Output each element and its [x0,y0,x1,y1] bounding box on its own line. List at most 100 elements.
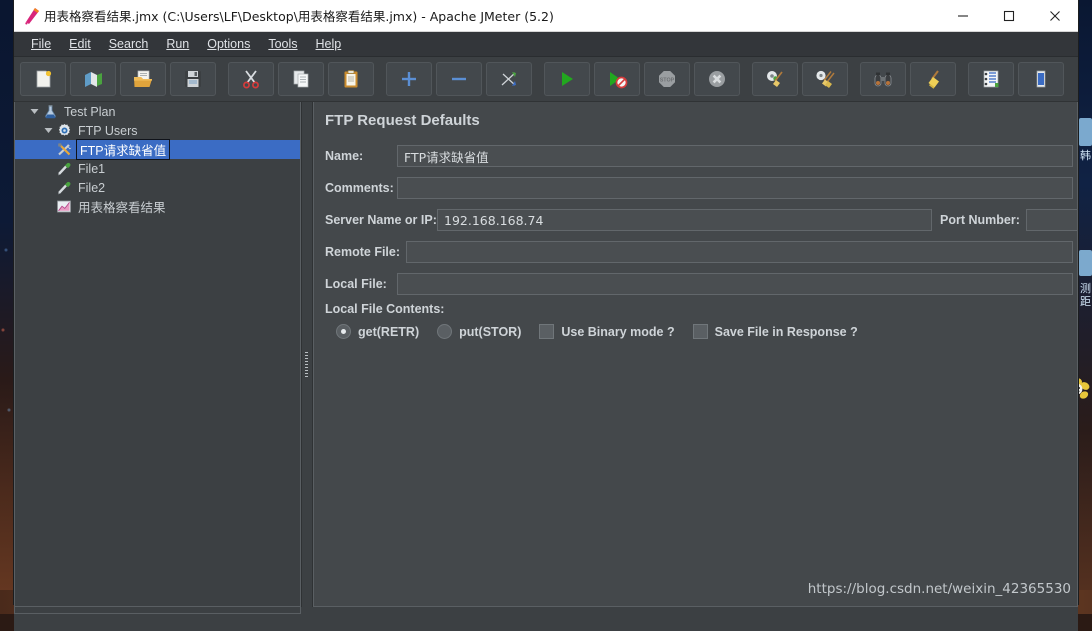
get-retr-label: get(RETR) [358,324,420,339]
menu-file-label: File [31,37,52,51]
toolbar-reset-search-button[interactable] [910,62,956,96]
close-button[interactable] [1032,0,1078,31]
comments-row: Comments: [325,177,1077,199]
remote-file-row: Remote File: [325,241,1077,263]
tree-node-label: FTP请求缺省值 [76,139,171,160]
port-label: Port Number: [940,213,1020,227]
tree-node-test-plan[interactable]: Test Plan [15,102,300,121]
toolbar-search-button[interactable] [860,62,906,96]
tree-node-file1[interactable]: File1 [15,159,300,178]
radio-dot-icon [341,329,346,334]
menu-help[interactable]: Help [307,34,351,54]
menu-help-label: Help [315,37,342,51]
menu-tools[interactable]: Tools [259,34,306,54]
name-row: Name: FTP请求缺省值 [325,145,1077,167]
stop-sign-icon: STOP [659,71,675,87]
local-file-contents-label: Local File Contents: [325,302,445,316]
maximize-button[interactable] [986,0,1032,31]
maximize-icon [1003,10,1015,21]
tree-node-ftp-request-defaults[interactable]: FTP请求缺省值 [15,139,300,160]
start-no-pauses-icon [610,72,628,89]
window-titlebar[interactable]: 用表格察看结果.jmx (C:\Users\LF\Desktop\用表格察看结果… [14,0,1078,32]
open-folder-icon [134,70,152,87]
tree-node-label: File2 [78,180,106,195]
minimize-button[interactable] [940,0,986,31]
tree-node-label: FTP Users [78,123,138,138]
toolbar-shutdown-button[interactable] [694,62,740,96]
toolbar-start-button[interactable] [544,62,590,96]
tree-node-ftp-users[interactable]: FTP Users [15,121,300,140]
clear-gear-broom-icon [767,71,783,87]
server-row: Server Name or IP: 192.168.168.74 Port N… [325,209,1077,231]
toolbar-toggle-button[interactable] [486,62,532,96]
jmeter-main-window: 用表格察看结果.jmx (C:\Users\LF\Desktop\用表格察看结果… [14,0,1078,631]
remote-file-input[interactable] [406,241,1073,263]
copy-pages-icon [293,70,309,88]
pipette-icon [55,179,73,197]
pipette-icon [55,160,73,178]
clear-all-broom-icon [816,70,835,88]
get-retr-radio[interactable] [336,324,351,339]
toggle-arrows-icon [501,72,516,86]
heap-memory-icon [1036,70,1046,88]
minimize-icon [958,14,968,17]
chevron-down-icon[interactable] [27,102,41,121]
toolbar-start-no-pauses-button[interactable] [594,62,640,96]
toolbar-save-button[interactable] [170,62,216,96]
toolbar-cut-button[interactable] [228,62,274,96]
save-file-in-response-label: Save File in Response ? [714,324,858,339]
desktop-wallpaper-right-strip: 韩 测 距 [1076,0,1092,614]
gear-icon [55,122,73,140]
toolbar-expand-button[interactable] [386,62,432,96]
wallpaper-glyph: 韩 [1080,149,1091,162]
toolbar-paste-button[interactable] [328,62,374,96]
menu-options[interactable]: Options [198,34,259,54]
use-binary-mode-checkbox[interactable] [539,324,555,339]
tree-node-file2[interactable]: File2 [15,178,300,197]
toolbar-new-button[interactable] [20,62,66,96]
ftp-options-row: get(RETR) put(STOR) Use Binary mode ? Sa… [336,324,876,339]
toolbar-stop-button[interactable]: STOP [644,62,690,96]
jmeter-logo-icon [25,7,39,24]
chart-view-icon [55,198,73,216]
name-input[interactable]: FTP请求缺省值 [397,145,1073,167]
local-file-label: Local File: [325,277,387,291]
toolbar-open-button[interactable] [120,62,166,96]
local-file-contents-input[interactable] [444,298,450,320]
paste-clipboard-icon [344,70,358,88]
panel-splitter[interactable] [301,102,313,607]
tree-node-label: 用表格察看结果 [78,201,166,215]
wallpaper-shape [1079,250,1092,276]
put-stor-radio[interactable] [437,324,453,339]
flask-icon [41,103,59,121]
server-input[interactable]: 192.168.168.74 [437,209,932,231]
toolbar-clear-all-button[interactable] [802,62,848,96]
local-file-input[interactable] [397,273,1073,295]
save-file-in-response-checkbox[interactable] [692,324,708,339]
toolbar-copy-button[interactable] [278,62,324,96]
menu-run[interactable]: Run [157,34,198,54]
menu-search[interactable]: Search [100,34,158,54]
comments-input[interactable] [397,177,1073,199]
port-input[interactable] [1025,209,1077,231]
put-stor-label: put(STOR) [459,324,522,339]
splitter-grip[interactable] [305,352,308,378]
wallpaper-glyph: 距 [1080,295,1091,308]
page-title: FTP Request Defaults [325,112,480,129]
shutdown-icon [709,71,725,87]
comments-label: Comments: [325,181,394,195]
toolbar-collapse-button[interactable] [436,62,482,96]
menu-file[interactable]: File [22,34,60,54]
start-play-icon [562,72,573,86]
chevron-down-icon[interactable] [41,121,55,140]
tree-node-view-results-in-table[interactable]: 用表格察看结果 [15,197,300,216]
toolbar-heap-memory-button[interactable] [1018,62,1064,96]
toolbar-templates-button[interactable] [70,62,116,96]
statusbar [14,607,1078,631]
test-plan-tree[interactable]: Test Plan FTP Users FTP请求缺省值 File1 File2… [14,102,301,607]
toolbar-function-helper-button[interactable] [968,62,1014,96]
menu-edit[interactable]: Edit [60,34,100,54]
statusbar-tree-edge [14,607,301,614]
toolbar-clear-button[interactable] [752,62,798,96]
remote-file-label: Remote File: [325,245,401,259]
